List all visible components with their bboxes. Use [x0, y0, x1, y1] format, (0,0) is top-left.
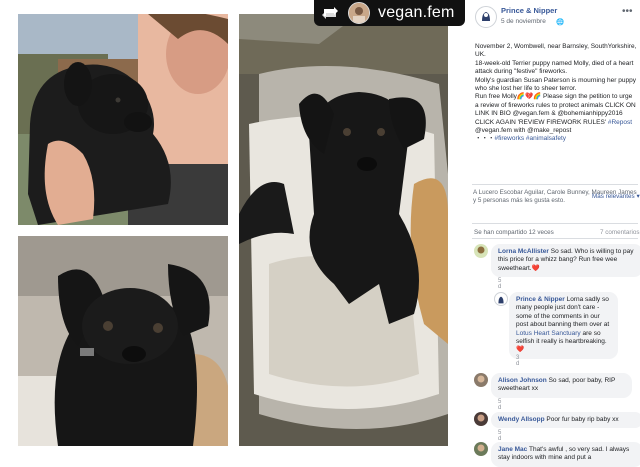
post-paragraph: Run free Molly🌈💔🌈 Please sign the petiti… — [475, 93, 637, 135]
comment-author[interactable]: Jane Mac — [498, 446, 527, 453]
comment-time[interactable]: 5 d — [498, 430, 501, 442]
comment-time[interactable]: 5 d — [498, 278, 501, 290]
post-paragraph: ・・・#fireworks #animalsafety — [475, 135, 637, 143]
comment-time[interactable]: 5 d — [498, 399, 501, 411]
divider — [472, 223, 638, 224]
repost-credit: @vegan.fem with @make_repost — [475, 127, 572, 135]
post-date[interactable]: 5 de noviembre — [501, 18, 546, 25]
photo-puppy-held[interactable] — [18, 14, 228, 225]
dots-text: ・・・ — [475, 135, 495, 143]
repost-badge: vegan.fem — [314, 0, 465, 26]
photo-puppy-closeup[interactable] — [18, 236, 228, 446]
globe-icon: 🌐 — [556, 19, 565, 26]
commenter-avatar[interactable] — [474, 442, 488, 456]
repost-icon — [322, 7, 338, 19]
photo-puppy-in-bed[interactable] — [239, 14, 448, 446]
comment-bubble: Lorna McAllister So sad. Who is willing … — [491, 244, 640, 278]
comment-author[interactable]: Alison Johnson — [498, 377, 547, 384]
comment-author[interactable]: Prince & Nipper — [516, 296, 565, 303]
repost-avatar — [348, 2, 370, 24]
post-header: Prince & Nipper 5 de noviembre 🌐 ••• — [472, 4, 640, 32]
comment-bubble: Jane Mac That's awful , so very sad. I a… — [491, 442, 640, 467]
most-relevant-dropdown[interactable]: Más relevantes ▾ — [592, 193, 640, 200]
comments-count[interactable]: 7 comentarios — [600, 229, 640, 236]
more-options-icon[interactable]: ••• — [622, 6, 633, 17]
comment-author[interactable]: Wendy Allsopp — [498, 416, 545, 423]
page-name-link[interactable]: Prince & Nipper — [501, 6, 557, 15]
repost-hashtag-link[interactable]: #Repost — [608, 119, 632, 126]
commenter-avatar[interactable] — [474, 244, 488, 258]
commenter-avatar[interactable] — [474, 373, 488, 387]
commenter-avatar[interactable] — [494, 292, 508, 306]
comment-bubble: Wendy Allsopp Poor fur baby rip baby xx — [491, 412, 640, 429]
shares-count[interactable]: Se han compartido 12 veces — [474, 229, 554, 236]
hashtags-link[interactable]: #fireworks #animalsafety — [495, 135, 567, 142]
post-paragraph: November 2, Wombwell, near Barnsley, Sou… — [475, 43, 637, 59]
comment-author[interactable]: Lorna McAllister — [498, 248, 549, 255]
post-paragraph: 18-week-old Terrier puppy named Molly, d… — [475, 59, 634, 76]
post-text: November 2, Wombwell, near Barnsley, Sou… — [475, 43, 637, 144]
comment-time[interactable]: 3 d — [516, 355, 519, 367]
divider — [472, 238, 638, 239]
page-avatar[interactable] — [475, 6, 497, 28]
commenter-avatar[interactable] — [474, 412, 488, 426]
mention-link[interactable]: Lotus Heart Sanctuary — [516, 330, 581, 337]
divider — [472, 184, 638, 185]
comment-text: Poor fur baby rip baby xx — [546, 416, 619, 423]
repost-account-name: vegan.fem — [378, 4, 455, 21]
comment-bubble: Prince & Nipper Lorna sadly so many peop… — [509, 292, 618, 359]
post-paragraph: Molly's guardian Susan Paterson is mourn… — [475, 76, 636, 93]
comment-bubble: Alison Johnson So sad, poor baby, RIP sw… — [491, 373, 632, 398]
